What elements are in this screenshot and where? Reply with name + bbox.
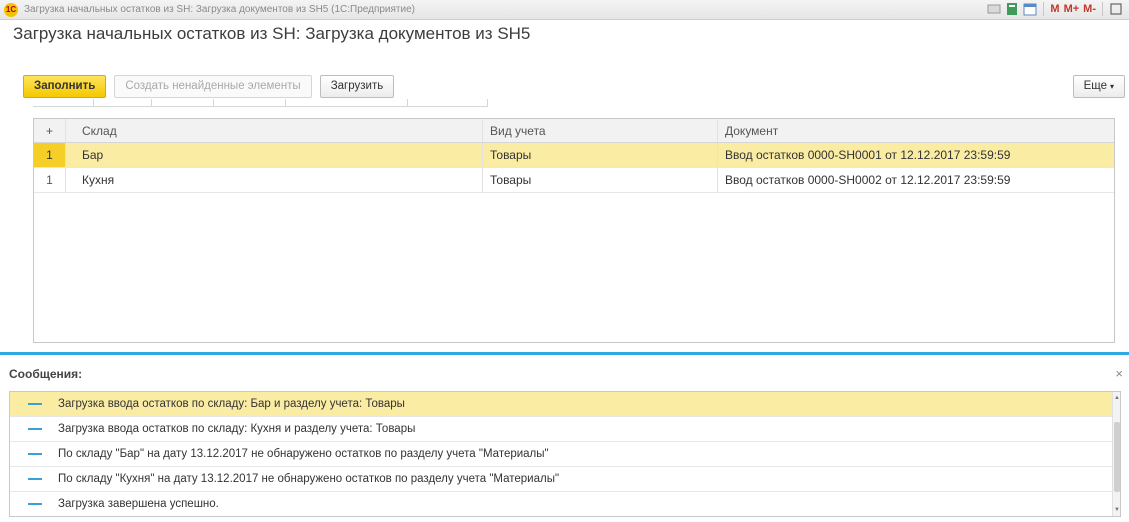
- window-titlebar: 1С Загрузка начальных остатков из SH: За…: [0, 0, 1129, 20]
- cell-document[interactable]: Ввод остатков 0000-SH0002 от 12.12.2017 …: [718, 168, 1114, 192]
- memory-plus-button[interactable]: M+: [1064, 3, 1080, 15]
- message-text: По складу "Бар" на дату 13.12.2017 не об…: [58, 448, 549, 460]
- cell-vid-ucheta[interactable]: Товары: [483, 168, 718, 192]
- memory-m-button[interactable]: M: [1050, 3, 1059, 15]
- dash-icon: [28, 503, 42, 505]
- documents-table: + Склад Вид учета Документ 1 Бар Товары …: [33, 118, 1115, 343]
- memory-minus-button[interactable]: M-: [1083, 3, 1096, 15]
- scroll-up-icon[interactable]: ▲: [1113, 394, 1120, 402]
- create-missing-button[interactable]: Создать ненайденные элементы: [114, 75, 312, 98]
- dash-icon: [28, 403, 42, 405]
- fill-button[interactable]: Заполнить: [23, 75, 107, 98]
- list-item[interactable]: Загрузка ввода остатков по складу: Бар и…: [10, 392, 1120, 417]
- more-label: Еще: [1083, 80, 1107, 92]
- messages-list: Загрузка ввода остатков по складу: Бар и…: [9, 391, 1121, 517]
- cell-sklad[interactable]: Кухня: [66, 168, 483, 192]
- titlebar-tools: M M+ M-: [987, 2, 1123, 16]
- window-title: Загрузка начальных остатков из SH: Загру…: [24, 4, 415, 15]
- messages-title: Сообщения:: [9, 367, 83, 381]
- table-header: + Склад Вид учета Документ: [34, 119, 1114, 143]
- tab-strip: [33, 99, 488, 107]
- message-text: Загрузка ввода остатков по складу: Бар и…: [58, 398, 405, 410]
- message-text: Загрузка ввода остатков по складу: Кухня…: [58, 423, 416, 435]
- toolbar-divider: [1043, 2, 1045, 16]
- toolbar-divider: [1102, 2, 1103, 16]
- 1c-logo-icon: 1С: [4, 2, 18, 17]
- table-row[interactable]: 1 Кухня Товары Ввод остатков 0000-SH0002…: [34, 168, 1114, 193]
- list-item[interactable]: По складу "Бар" на дату 13.12.2017 не об…: [10, 442, 1120, 467]
- column-header-sklad[interactable]: Склад: [66, 119, 483, 142]
- column-header-document[interactable]: Документ: [718, 119, 1114, 142]
- cell-vid-ucheta[interactable]: Товары: [483, 143, 718, 167]
- cell-sklad[interactable]: Бар: [66, 143, 483, 167]
- command-bar: Заполнить Создать ненайденные элементы З…: [23, 75, 395, 98]
- row-number: 1: [34, 143, 66, 167]
- table-row[interactable]: 1 Бар Товары Ввод остатков 0000-SH0001 о…: [34, 143, 1114, 168]
- cell-document[interactable]: Ввод остатков 0000-SH0001 от 12.12.2017 …: [718, 143, 1114, 167]
- close-icon[interactable]: ×: [1115, 366, 1123, 381]
- list-item[interactable]: Загрузка ввода остатков по складу: Кухня…: [10, 417, 1120, 442]
- load-button[interactable]: Загрузить: [319, 75, 395, 98]
- message-text: По складу "Кухня" на дату 13.12.2017 не …: [58, 473, 560, 485]
- chevron-down-icon: ▾: [1109, 82, 1114, 91]
- dash-icon: [28, 478, 42, 480]
- message-text: Загрузка завершена успешно.: [58, 498, 219, 510]
- column-header-add[interactable]: +: [34, 119, 66, 142]
- dash-icon: [28, 453, 42, 455]
- messages-scrollbar[interactable]: ▲ ▼: [1112, 392, 1120, 516]
- list-item[interactable]: Загрузка завершена успешно.: [10, 492, 1120, 516]
- messages-separator[interactable]: [0, 352, 1129, 355]
- page-title: Загрузка начальных остатков из SH: Загру…: [13, 24, 531, 43]
- more-button[interactable]: Еще ▾: [1072, 75, 1125, 98]
- maximize-icon[interactable]: [1109, 2, 1123, 16]
- calendar-icon[interactable]: [1023, 2, 1037, 16]
- row-number: 1: [34, 168, 66, 192]
- scrollbar-thumb[interactable]: [1114, 422, 1120, 492]
- scroll-down-icon[interactable]: ▼: [1113, 506, 1120, 514]
- column-header-vid-ucheta[interactable]: Вид учета: [483, 119, 718, 142]
- dash-icon: [28, 428, 42, 430]
- screen-icon[interactable]: [987, 2, 1001, 16]
- list-item[interactable]: По складу "Кухня" на дату 13.12.2017 не …: [10, 467, 1120, 492]
- calculator-icon[interactable]: [1005, 2, 1019, 16]
